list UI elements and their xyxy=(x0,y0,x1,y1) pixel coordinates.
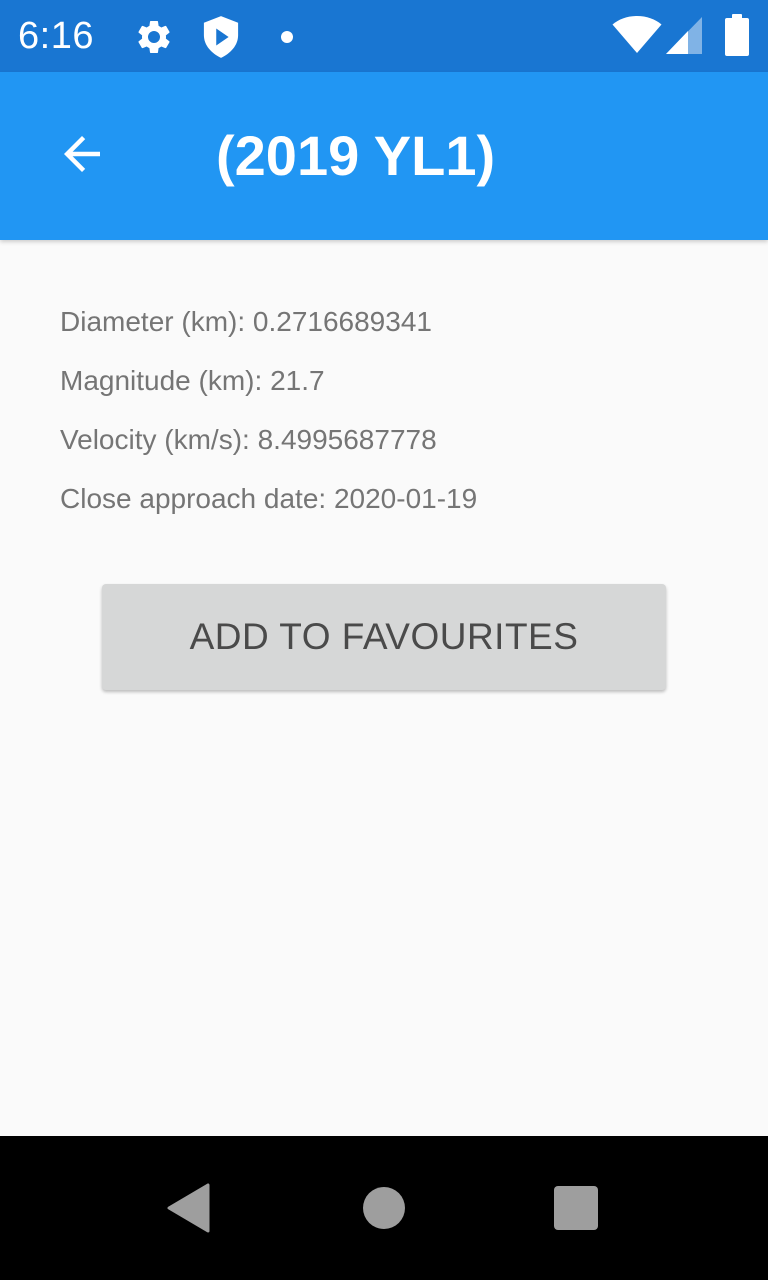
magnitude-text: Magnitude (km): 21.7 xyxy=(60,365,325,396)
shield-play-icon xyxy=(203,16,239,58)
add-to-favourites-button[interactable]: ADD TO FAVOURITES xyxy=(102,584,666,690)
diameter-text: Diameter (km): 0.2716689341 xyxy=(60,306,432,337)
battery-icon xyxy=(725,14,749,56)
arrow-back-icon xyxy=(64,136,100,172)
back-triangle-icon xyxy=(167,1183,210,1233)
status-time: 6:16 xyxy=(18,15,94,57)
home-circle-icon xyxy=(363,1187,405,1229)
nav-recents-button[interactable] xyxy=(538,1170,614,1246)
asteroid-details: Diameter (km): 0.2716689341 Magnitude (k… xyxy=(60,300,720,536)
page-title: (2019 YL1) xyxy=(216,124,496,187)
nav-back-button[interactable] xyxy=(150,1170,226,1246)
system-nav-bar xyxy=(0,1136,768,1280)
status-bar: 6:16 xyxy=(0,0,768,72)
recents-square-icon xyxy=(554,1186,598,1230)
close-approach-date-text: Close approach date: 2020-01-19 xyxy=(60,483,478,514)
velocity-text: Velocity (km/s): 8.4995687778 xyxy=(60,424,437,455)
wifi-icon xyxy=(612,16,662,53)
notification-dot-icon xyxy=(281,31,293,43)
cell-signal-icon xyxy=(666,17,702,54)
app-bar: (2019 YL1) xyxy=(0,72,768,240)
nav-home-button[interactable] xyxy=(346,1170,422,1246)
gear-icon xyxy=(138,20,170,53)
back-button[interactable] xyxy=(44,116,120,192)
